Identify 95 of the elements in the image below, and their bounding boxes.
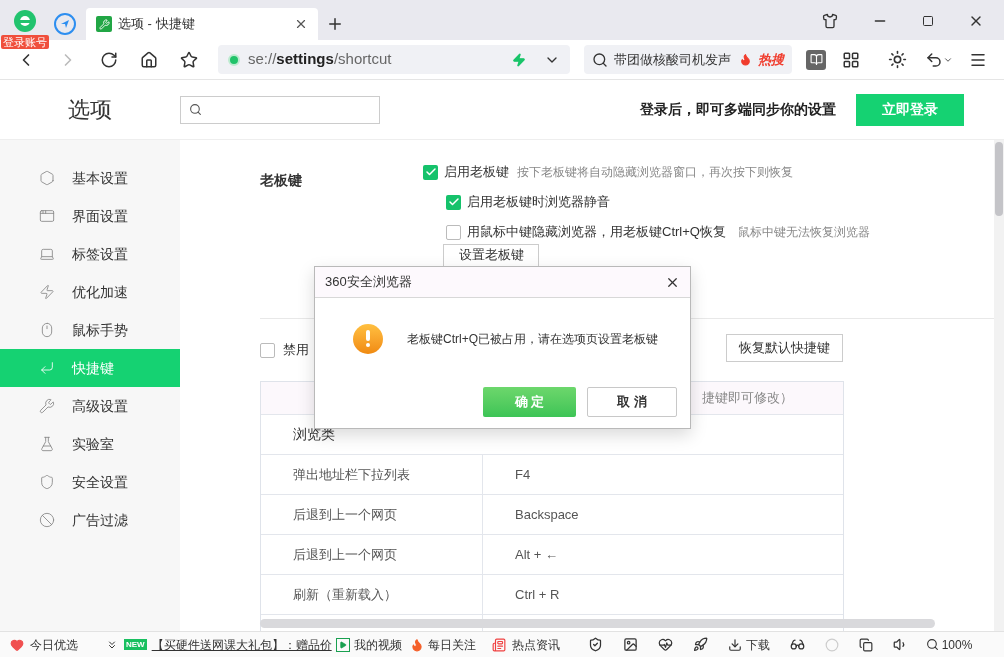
zoom-level[interactable]: 100% (941, 635, 973, 654)
hot-search-label: 热搜 (758, 50, 784, 69)
search-field[interactable] (180, 95, 380, 124)
promo-link[interactable]: 【买硬件送网课大礼包】：赠品价 (151, 635, 332, 654)
brightness-icon[interactable] (888, 50, 907, 69)
new-badge: NEW (124, 639, 147, 650)
tab-title: 选项 - 快捷键 (118, 15, 196, 34)
sidebar-item[interactable]: 高级设置 (0, 387, 180, 425)
health-icon[interactable] (657, 637, 673, 652)
table-cell: 后退到上一个网页 (261, 535, 483, 574)
sidebar-item[interactable]: 标签设置 (0, 235, 180, 273)
book-icon[interactable] (806, 49, 826, 70)
table-cell[interactable]: Ctrl + R (483, 575, 843, 614)
cancel-button[interactable]: 取 消 (587, 387, 677, 417)
checkbox[interactable] (423, 164, 438, 180)
section-label: 老板键 (260, 171, 303, 190)
block-icon (39, 512, 55, 528)
table-cell[interactable]: Backspace (483, 495, 843, 534)
download-link[interactable]: 下载 (745, 635, 770, 654)
search-box[interactable]: 带团做核酸司机发声 热搜 (584, 45, 792, 74)
sidebar-item[interactable]: 优化加速 (0, 273, 180, 311)
checkbox[interactable] (446, 194, 461, 210)
horizontal-scrollbar[interactable] (260, 619, 935, 628)
address-bar[interactable]: se://settings/shortcut (218, 45, 570, 74)
checkbox[interactable] (446, 224, 461, 240)
status-link[interactable]: 我的视频 (353, 635, 402, 654)
page-title: 选项 (68, 96, 113, 124)
secure-icon (228, 53, 240, 66)
dialog-message: 老板键Ctrl+Q已被占用，请在选项页设置老板键 (407, 331, 658, 348)
maximize-icon[interactable] (922, 15, 934, 27)
sidebar-item[interactable]: 实验室 (0, 425, 180, 463)
search-icon (592, 51, 608, 68)
restore-defaults-button[interactable]: 恢复默认快捷键 (726, 334, 843, 362)
sidebar-item[interactable]: 基本设置 (0, 159, 180, 197)
checkbox[interactable] (260, 342, 275, 358)
home-icon[interactable] (140, 50, 158, 69)
favorite-icon[interactable] (180, 50, 198, 69)
sidebar-item[interactable]: 安全设置 (0, 463, 180, 501)
mouse-icon (39, 322, 55, 338)
login-prompt: 登录后，即可多端同步你的设置 (640, 100, 836, 119)
status-link[interactable]: 每日关注 (427, 635, 476, 654)
undo-icon[interactable] (925, 50, 943, 69)
table-cell[interactable]: Alt + ← (483, 535, 843, 574)
image-icon[interactable] (622, 637, 638, 652)
flame-icon[interactable] (409, 637, 424, 652)
return-key-icon (39, 360, 55, 376)
close-icon[interactable] (294, 17, 308, 31)
lightning-icon (39, 284, 55, 300)
play-icon[interactable] (335, 637, 350, 652)
shield-icon[interactable] (587, 637, 603, 652)
shirt-icon[interactable] (822, 13, 838, 29)
option-label: 启用老板键时浏览器静音 (467, 193, 610, 212)
option-hint: 按下老板键将自动隐藏浏览器窗口，再次按下则恢复 (517, 164, 793, 181)
option-label: 启用老板键 (444, 163, 509, 182)
table-cell: 弹出地址栏下拉列表 (261, 455, 483, 494)
warning-icon (353, 324, 383, 354)
vertical-scrollbar[interactable] (994, 140, 1004, 631)
heart-icon[interactable] (10, 637, 24, 652)
wrench-icon (96, 16, 112, 32)
address-text: se://settings/shortcut (248, 49, 393, 70)
sidebar-item[interactable]: 广告过滤 (0, 501, 180, 539)
search-text: 带团做核酸司机发声 (614, 50, 732, 69)
option-label: 用鼠标中键隐藏浏览器，用老板键Ctrl+Q恢复 (467, 223, 726, 242)
table-cell: 刷新（重新载入） (261, 575, 483, 614)
window-icon[interactable] (858, 637, 873, 652)
zoom-icon[interactable] (925, 638, 939, 651)
dialog-title: 360安全浏览器 (325, 273, 413, 292)
rocket-icon[interactable] (692, 637, 708, 652)
table-header-note: 捷键即可修改） (702, 389, 793, 408)
option-hint: 鼠标中键无法恢复浏览器 (737, 224, 870, 241)
apps-icon[interactable] (842, 50, 860, 69)
expand-icon[interactable] (106, 638, 118, 651)
flask-icon (39, 436, 55, 452)
table-cell: 后退到上一个网页 (261, 495, 483, 534)
wrench-icon (39, 398, 55, 414)
flame-icon (739, 53, 752, 66)
download-icon[interactable] (727, 637, 742, 652)
reload-icon[interactable] (100, 50, 118, 69)
window-icon (39, 208, 55, 224)
status-link[interactable]: 热点资讯 (511, 635, 560, 654)
sidebar-item[interactable]: 界面设置 (0, 197, 180, 235)
table-cell[interactable]: F4 (483, 455, 843, 494)
browser-tab[interactable]: 选项 - 快捷键 (86, 8, 318, 40)
glasses-icon[interactable] (789, 637, 805, 652)
new-tab-icon[interactable] (326, 15, 344, 33)
account-badge[interactable]: 登录账号 (1, 35, 49, 49)
shield-icon (39, 474, 55, 490)
hexagon-icon (39, 170, 55, 186)
disable-label: 禁用 (283, 341, 309, 360)
search-icon (189, 103, 202, 116)
status-link[interactable]: 今日优选 (30, 635, 78, 654)
laptop-icon (39, 246, 55, 262)
sidebar-item[interactable]: 鼠标手势 (0, 311, 180, 349)
news-icon[interactable] (491, 637, 506, 652)
navigation-icon[interactable] (54, 13, 76, 35)
